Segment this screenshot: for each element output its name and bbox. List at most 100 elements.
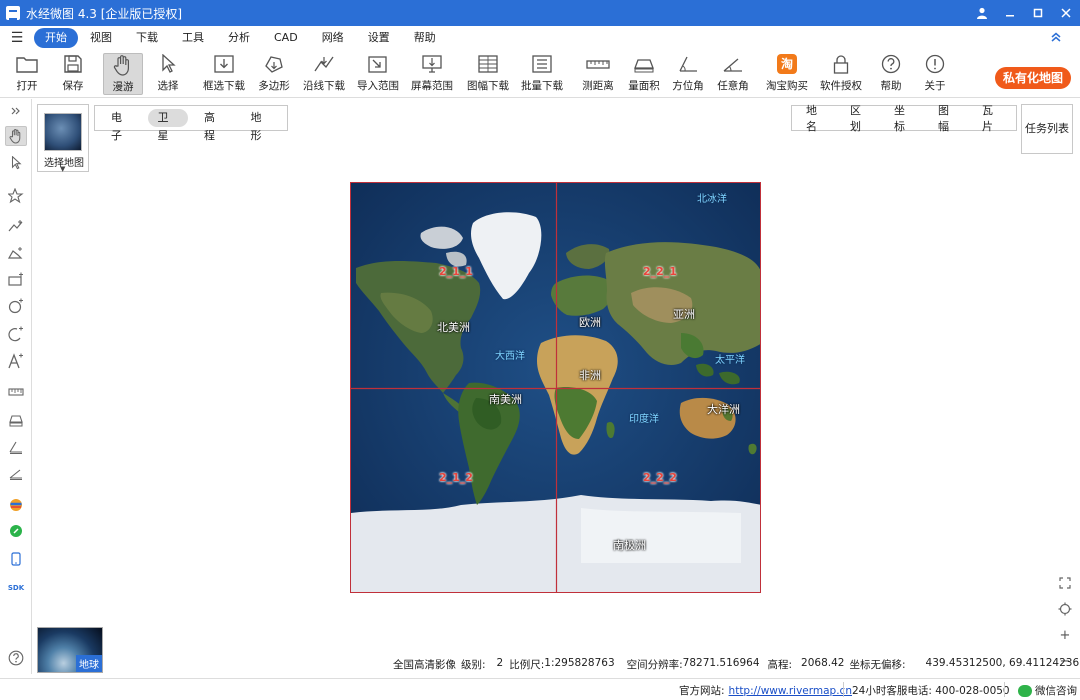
- layer-coordinates[interactable]: 坐标: [884, 102, 925, 134]
- elevation-label: 高程:: [767, 659, 793, 671]
- hamburger-menu-icon[interactable]: ☰: [0, 30, 34, 46]
- layer-style-icon[interactable]: [5, 495, 27, 515]
- layer-divisions[interactable]: 区划: [840, 102, 881, 134]
- menu-download[interactable]: 下载: [124, 28, 170, 48]
- save-button[interactable]: 保存: [56, 53, 90, 95]
- menu-settings[interactable]: 设置: [356, 28, 402, 48]
- select-button[interactable]: 选择: [151, 53, 185, 95]
- coordinate-readout: 439.45312500, 69.41124236: [925, 657, 1080, 669]
- save-icon: [61, 53, 85, 75]
- add-circle-icon[interactable]: [5, 296, 27, 316]
- expand-panel-icon[interactable]: [5, 101, 27, 121]
- map-type-terrain[interactable]: 地形: [241, 109, 282, 142]
- minimize-button[interactable]: [996, 0, 1024, 26]
- area-icon[interactable]: [5, 410, 27, 430]
- batch-download-button[interactable]: 批量下载: [520, 53, 564, 95]
- menu-network[interactable]: 网络: [310, 28, 356, 48]
- map-type-electronic[interactable]: 电子: [101, 109, 142, 142]
- layer-place-names[interactable]: 地名: [796, 102, 837, 134]
- divider: [1004, 682, 1005, 697]
- wechat-icon: [1018, 684, 1032, 697]
- help-button[interactable]: 帮助: [874, 53, 908, 95]
- polygon-button[interactable]: 多边形: [256, 53, 292, 95]
- about-button[interactable]: 关于: [918, 53, 952, 95]
- add-point-icon[interactable]: [5, 186, 27, 206]
- azimuth-button[interactable]: 方位角: [670, 53, 706, 95]
- box-download-button[interactable]: 框选下载: [202, 53, 246, 95]
- globe-view-button[interactable]: 地球: [37, 627, 103, 673]
- add-arc-icon[interactable]: [5, 324, 27, 344]
- add-line-icon[interactable]: [5, 216, 27, 236]
- status-bar: 官方网站: http://www.rivermap.cn 24小时客服电话: 40…: [0, 678, 1080, 700]
- add-text-icon[interactable]: [5, 351, 27, 371]
- ocean-label: 印度洋: [629, 414, 659, 425]
- hand-icon[interactable]: [5, 126, 27, 146]
- continent-label: 南美洲: [489, 393, 522, 406]
- tile-label: 2_1_1: [439, 265, 473, 278]
- menu-start[interactable]: 开始: [34, 28, 78, 48]
- help-icon[interactable]: [5, 648, 27, 668]
- menu-view[interactable]: 视图: [78, 28, 124, 48]
- chevron-down-icon: ▼: [60, 165, 66, 173]
- sheet-download-button[interactable]: 图幅下载: [464, 53, 512, 95]
- azimuth-icon[interactable]: [5, 437, 27, 457]
- measure-distance-button[interactable]: 测距离: [580, 53, 616, 95]
- phone-icon[interactable]: [5, 549, 27, 569]
- close-button[interactable]: [1052, 0, 1080, 26]
- left-toolbar: SDK: [0, 99, 32, 674]
- fullscreen-icon[interactable]: [1055, 573, 1075, 593]
- support-phone: 24小时客服电话: 400-028-0050: [852, 685, 1010, 697]
- map-thumbnail: [44, 113, 82, 151]
- map-tiles[interactable]: 2_1_1 2_2_1 2_1_2 2_2_2 北美洲 欧洲 亚洲 非洲 南美洲…: [350, 182, 761, 593]
- angle-icon[interactable]: [5, 463, 27, 483]
- tile-label: 2_2_2: [643, 471, 677, 484]
- import-range-button[interactable]: 导入范围: [356, 53, 400, 95]
- locate-icon[interactable]: [1055, 599, 1075, 619]
- map-type-satellite[interactable]: 卫星: [147, 109, 188, 142]
- wechat-label: 微信咨询: [1035, 685, 1077, 697]
- area-icon: [632, 53, 656, 75]
- menu-help[interactable]: 帮助: [402, 28, 448, 48]
- ocean-label: 大西洋: [495, 351, 525, 362]
- globe-label: 地球: [76, 655, 102, 672]
- add-polygon-icon[interactable]: [5, 243, 27, 263]
- taobao-buy-button[interactable]: 淘 淘宝购买: [766, 53, 808, 95]
- box-download-icon: [212, 53, 236, 75]
- sheet-download-icon: [476, 53, 500, 75]
- user-icon[interactable]: [968, 0, 996, 26]
- link-icon[interactable]: [5, 521, 27, 541]
- wechat-consult-button[interactable]: 微信咨询: [1018, 683, 1077, 698]
- task-list-button[interactable]: 任务列表: [1021, 104, 1073, 154]
- ruler-icon[interactable]: [5, 382, 27, 402]
- any-angle-button[interactable]: 任意角: [715, 53, 751, 95]
- menu-analysis[interactable]: 分析: [216, 28, 262, 48]
- open-button[interactable]: 打开: [10, 53, 44, 95]
- collapse-ribbon-icon[interactable]: [1050, 31, 1062, 46]
- screen-range-button[interactable]: 屏幕范围: [410, 53, 454, 95]
- sdk-icon[interactable]: SDK: [5, 578, 27, 598]
- continent-label: 南极洲: [613, 539, 646, 552]
- maximize-button[interactable]: [1024, 0, 1052, 26]
- level-label: 级别:: [461, 659, 486, 671]
- zoom-in-button[interactable]: +: [1055, 625, 1075, 645]
- layer-sheets[interactable]: 图幅: [928, 102, 969, 134]
- menu-tools[interactable]: 工具: [170, 28, 216, 48]
- private-map-button[interactable]: 私有化地图: [995, 67, 1071, 89]
- continent-label: 大洋洲: [707, 403, 740, 416]
- map-view[interactable]: 选择地图 ▼ 电子 卫星 高程 地形 地名 区划 坐标 图幅 瓦片 任务列表 2…: [33, 99, 1080, 674]
- map-type-elevation[interactable]: 高程: [194, 109, 235, 142]
- measure-area-button[interactable]: 量面积: [626, 53, 662, 95]
- website-link[interactable]: http://www.rivermap.cn: [729, 685, 852, 697]
- select-map-button[interactable]: 选择地图 ▼: [37, 104, 89, 173]
- menu-cad[interactable]: CAD: [262, 28, 310, 48]
- divider: [843, 682, 844, 697]
- cursor-icon[interactable]: [5, 153, 27, 173]
- continent-label: 欧洲: [579, 316, 601, 329]
- layer-toggles: 地名 区划 坐标 图幅 瓦片: [791, 102, 1017, 134]
- add-rectangle-icon[interactable]: [5, 269, 27, 289]
- software-license-button[interactable]: 软件授权: [820, 53, 862, 95]
- layer-tiles[interactable]: 瓦片: [972, 102, 1013, 134]
- line-download-button[interactable]: 沿线下载: [302, 53, 346, 95]
- help-icon: [879, 53, 903, 75]
- pan-button[interactable]: 漫游: [103, 53, 143, 95]
